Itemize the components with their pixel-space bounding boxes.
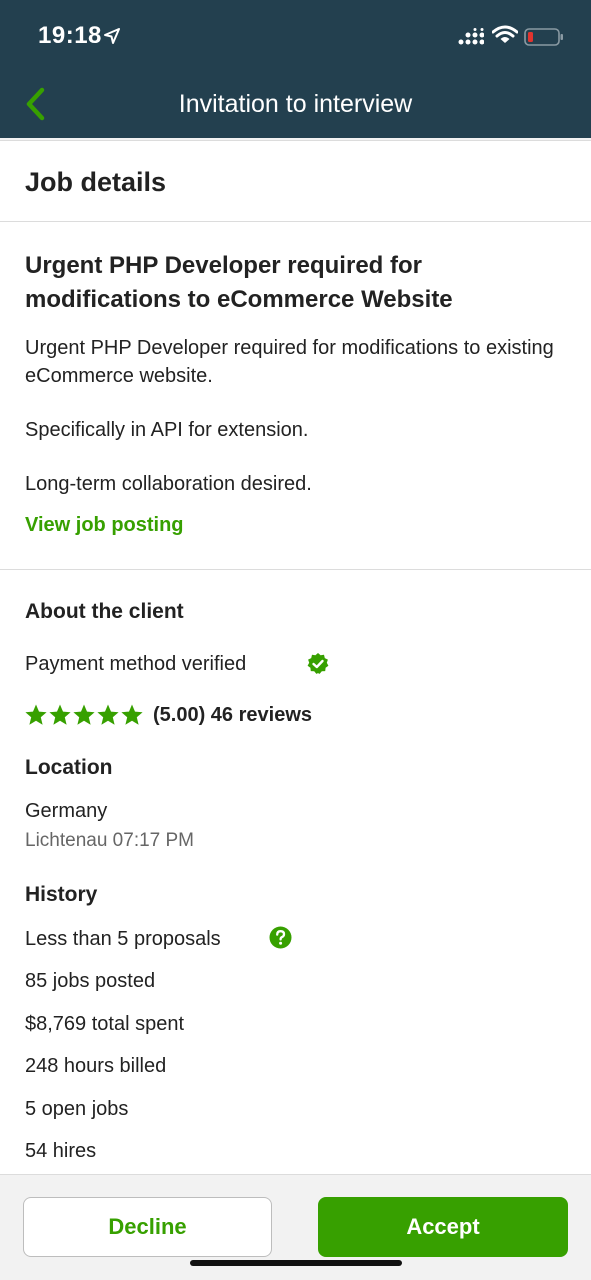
client-city-time: Lichtenau 07:17 PM bbox=[25, 830, 195, 851]
section-header: Job details bbox=[25, 167, 167, 197]
wifi-icon bbox=[492, 25, 518, 43]
history-item: 248 hours billed bbox=[25, 1055, 167, 1077]
verified-badge-icon bbox=[307, 653, 329, 674]
payment-status: Payment method verified bbox=[25, 653, 247, 675]
location-arrow-icon bbox=[104, 28, 120, 44]
star-icon bbox=[73, 704, 95, 725]
page-title: Invitation to interview bbox=[178, 90, 413, 118]
client-country: Germany bbox=[25, 800, 108, 822]
description-paragraph: Specifically in API for extension. bbox=[25, 419, 309, 441]
status-bar: 19:18 bbox=[0, 0, 591, 72]
home-indicator bbox=[190, 1260, 402, 1266]
nav-bar: Invitation to interview bbox=[0, 72, 591, 138]
location-label: Location bbox=[25, 756, 113, 779]
description-paragraph: Urgent PHP Developer required for modifi… bbox=[25, 337, 554, 387]
rating-stars bbox=[24, 703, 144, 729]
help-icon[interactable] bbox=[269, 926, 292, 949]
cellular-signal-icon bbox=[458, 28, 484, 45]
about-client-section: About the client Payment method verified… bbox=[0, 570, 591, 1175]
star-icon bbox=[121, 704, 143, 725]
rating-summary: (5.00) 46 reviews bbox=[153, 704, 312, 726]
view-job-posting-link[interactable]: View job posting bbox=[25, 514, 184, 537]
job-description-section: Urgent PHP Developer required for modifi… bbox=[0, 222, 591, 570]
star-icon bbox=[97, 704, 119, 725]
history-item: 5 open jobs bbox=[25, 1098, 129, 1120]
history-item: 54 hires bbox=[25, 1140, 97, 1162]
action-bar: Decline Accept bbox=[0, 1175, 591, 1280]
star-icon bbox=[49, 704, 71, 725]
top-bar: 19:18 Invitation to interview bbox=[0, 0, 591, 138]
accept-button[interactable]: Accept bbox=[318, 1197, 568, 1257]
history-item: 85 jobs posted bbox=[25, 970, 156, 992]
history-item: $8,769 total spent bbox=[25, 1013, 185, 1035]
about-client-header: About the client bbox=[25, 600, 184, 623]
battery-icon bbox=[524, 28, 563, 46]
status-time: 19:18 bbox=[38, 22, 102, 49]
description-paragraph: Long-term collaboration desired. bbox=[25, 473, 312, 495]
job-title: Urgent PHP Developer required for modifi… bbox=[25, 252, 453, 313]
history-label: History bbox=[25, 883, 98, 906]
history-item: Less than 5 proposals bbox=[25, 928, 221, 950]
decline-button[interactable]: Decline bbox=[23, 1197, 272, 1257]
job-details-header-section: Job details bbox=[0, 140, 591, 222]
star-icon bbox=[25, 704, 47, 725]
